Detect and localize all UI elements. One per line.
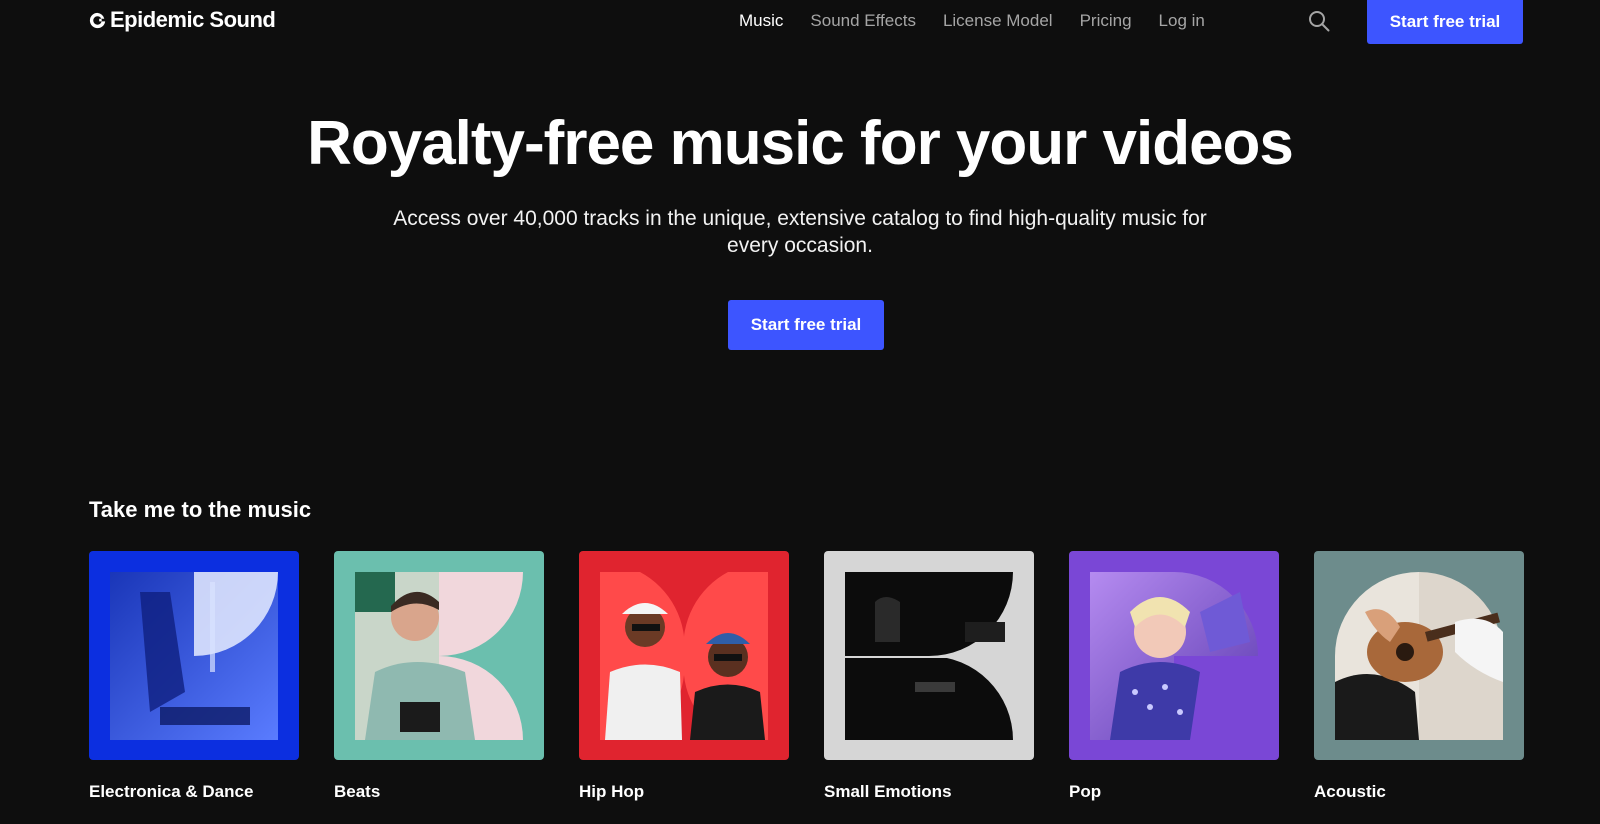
pop-artwork bbox=[1090, 572, 1258, 740]
brand-logo[interactable]: Epidemic Sound bbox=[89, 7, 276, 33]
genre-card-beats[interactable]: Beats bbox=[334, 551, 544, 802]
brand-name: Epidemic Sound bbox=[110, 7, 276, 32]
site-header: Epidemic Sound Music Sound Effects Licen… bbox=[0, 0, 1600, 48]
nav-pricing[interactable]: Pricing bbox=[1080, 9, 1132, 33]
genre-card-electronica-dance[interactable]: Electronica & Dance bbox=[89, 551, 299, 802]
genre-tile bbox=[334, 551, 544, 760]
section-title: Take me to the music bbox=[89, 497, 312, 522]
genre-label: Electronica & Dance bbox=[89, 782, 254, 801]
acoustic-artwork bbox=[1335, 572, 1503, 740]
genre-label: Acoustic bbox=[1314, 782, 1386, 801]
page: Epidemic Sound Music Sound Effects Licen… bbox=[0, 0, 1600, 824]
header-start-trial-button[interactable]: Start free trial bbox=[1367, 0, 1523, 44]
nav-music[interactable]: Music bbox=[739, 9, 783, 33]
hero-subtitle: Access over 40,000 tracks in the unique,… bbox=[393, 207, 1207, 257]
genre-label: Small Emotions bbox=[824, 782, 952, 801]
nav-sound-effects[interactable]: Sound Effects bbox=[810, 9, 916, 33]
genre-card-hip-hop[interactable]: Hip Hop bbox=[579, 551, 789, 802]
electronica-artwork bbox=[110, 572, 278, 740]
hero-title: Royalty-free music for your videos bbox=[307, 109, 1294, 178]
search-button[interactable] bbox=[1306, 8, 1332, 34]
genre-cards: Electronica & Dance Beats Hip Hop Small … bbox=[89, 551, 1524, 802]
genre-label: Pop bbox=[1069, 782, 1102, 801]
genre-tile bbox=[824, 551, 1034, 760]
search-icon bbox=[1309, 11, 1330, 32]
genre-tile bbox=[579, 551, 789, 760]
beats-artwork bbox=[355, 572, 523, 740]
genre-card-small-emotions[interactable]: Small Emotions bbox=[824, 551, 1034, 802]
epidemic-sound-logo-icon bbox=[89, 12, 106, 28]
genre-card-acoustic[interactable]: Acoustic bbox=[1314, 551, 1524, 802]
genre-label: Beats bbox=[334, 782, 381, 801]
genre-tile bbox=[1314, 551, 1524, 760]
nav-log-in[interactable]: Log in bbox=[1159, 9, 1205, 33]
nav-license-model[interactable]: License Model bbox=[943, 9, 1053, 33]
hip-hop-artwork bbox=[600, 572, 768, 740]
genre-label: Hip Hop bbox=[579, 782, 645, 801]
hero-start-trial-button[interactable]: Start free trial bbox=[728, 300, 884, 350]
genre-tile bbox=[1069, 551, 1279, 760]
genre-tile bbox=[89, 551, 299, 760]
small-emotions-artwork bbox=[845, 572, 1013, 740]
main-nav: Music Sound Effects License Model Pricin… bbox=[739, 9, 1205, 33]
genre-card-pop[interactable]: Pop bbox=[1069, 551, 1279, 802]
